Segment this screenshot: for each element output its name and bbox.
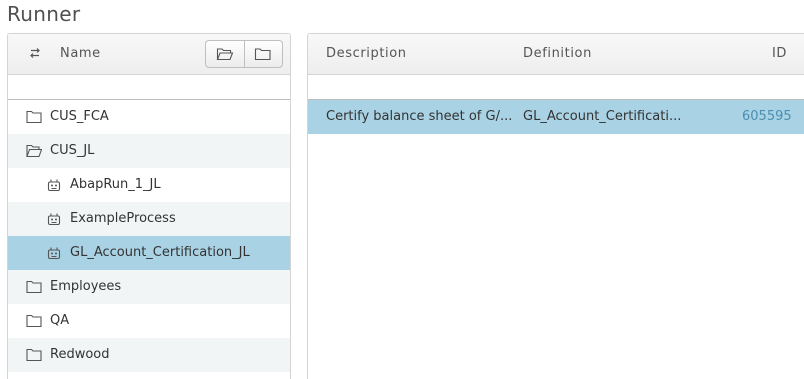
tree-item-label: QA [50,313,70,328]
folder-open-icon [26,144,42,158]
folder-icon [26,110,42,124]
folder-icon [26,280,42,294]
tree-item-gl-account-certification[interactable]: GL_Account_Certification_JL [8,236,290,270]
details-filter-row[interactable] [308,75,804,100]
tree-item-label: GL_Account_Certification_JL [70,245,250,260]
tree-filter-row[interactable] [8,75,290,100]
tree-item-label: Redwood [50,347,110,362]
id-cell: 605595 [742,109,792,124]
folder-button-group [205,40,283,68]
page-title: Runner [7,2,81,26]
details-panel: Description Definition ID Certify balanc… [307,33,804,379]
sort-icon[interactable] [28,46,42,60]
tree-item-employees[interactable]: Employees [8,270,290,304]
definition-cell: GL_Account_Certificati... [523,109,682,124]
tree-item-exampleprocess[interactable]: ExampleProcess [8,202,290,236]
tree-item-cus-fca[interactable]: CUS_FCA [8,100,290,134]
tree-item-abaprun[interactable]: AbapRun_1_JL [8,168,290,202]
description-cell: Certify balance sheet of G/... [326,109,513,124]
process-icon [47,179,61,192]
tree-item-label: Employees [50,279,122,294]
tree-item-label: CUS_JL [50,143,95,158]
table-row[interactable]: Certify balance sheet of G/... GL_Accoun… [308,100,804,134]
tree-panel: Name CUS_FCA CUS_JL AbapRun_1_JL Example… [7,33,291,379]
tree-item-cus-jl[interactable]: CUS_JL [8,134,290,168]
tree-item-label: ExampleProcess [70,211,176,226]
process-icon [47,247,61,260]
definition-column-header[interactable]: Definition [523,46,592,61]
description-column-header[interactable]: Description [326,46,407,61]
tree-header: Name [8,34,290,75]
id-column-header[interactable]: ID [772,46,787,61]
details-header: Description Definition ID [308,34,804,75]
tree-item-label: CUS_FCA [50,109,109,124]
tree-item-redwood[interactable]: Redwood [8,338,290,372]
folder-open-icon [216,48,234,61]
folder-icon [26,348,42,362]
name-column-header[interactable]: Name [60,46,101,61]
folder-icon [26,314,42,328]
closed-folder-button[interactable] [243,41,283,67]
process-icon [47,213,61,226]
folder-icon [255,48,271,61]
tree-item-qa[interactable]: QA [8,304,290,338]
open-folder-button[interactable] [206,41,244,67]
tree-item-label: AbapRun_1_JL [70,177,161,192]
